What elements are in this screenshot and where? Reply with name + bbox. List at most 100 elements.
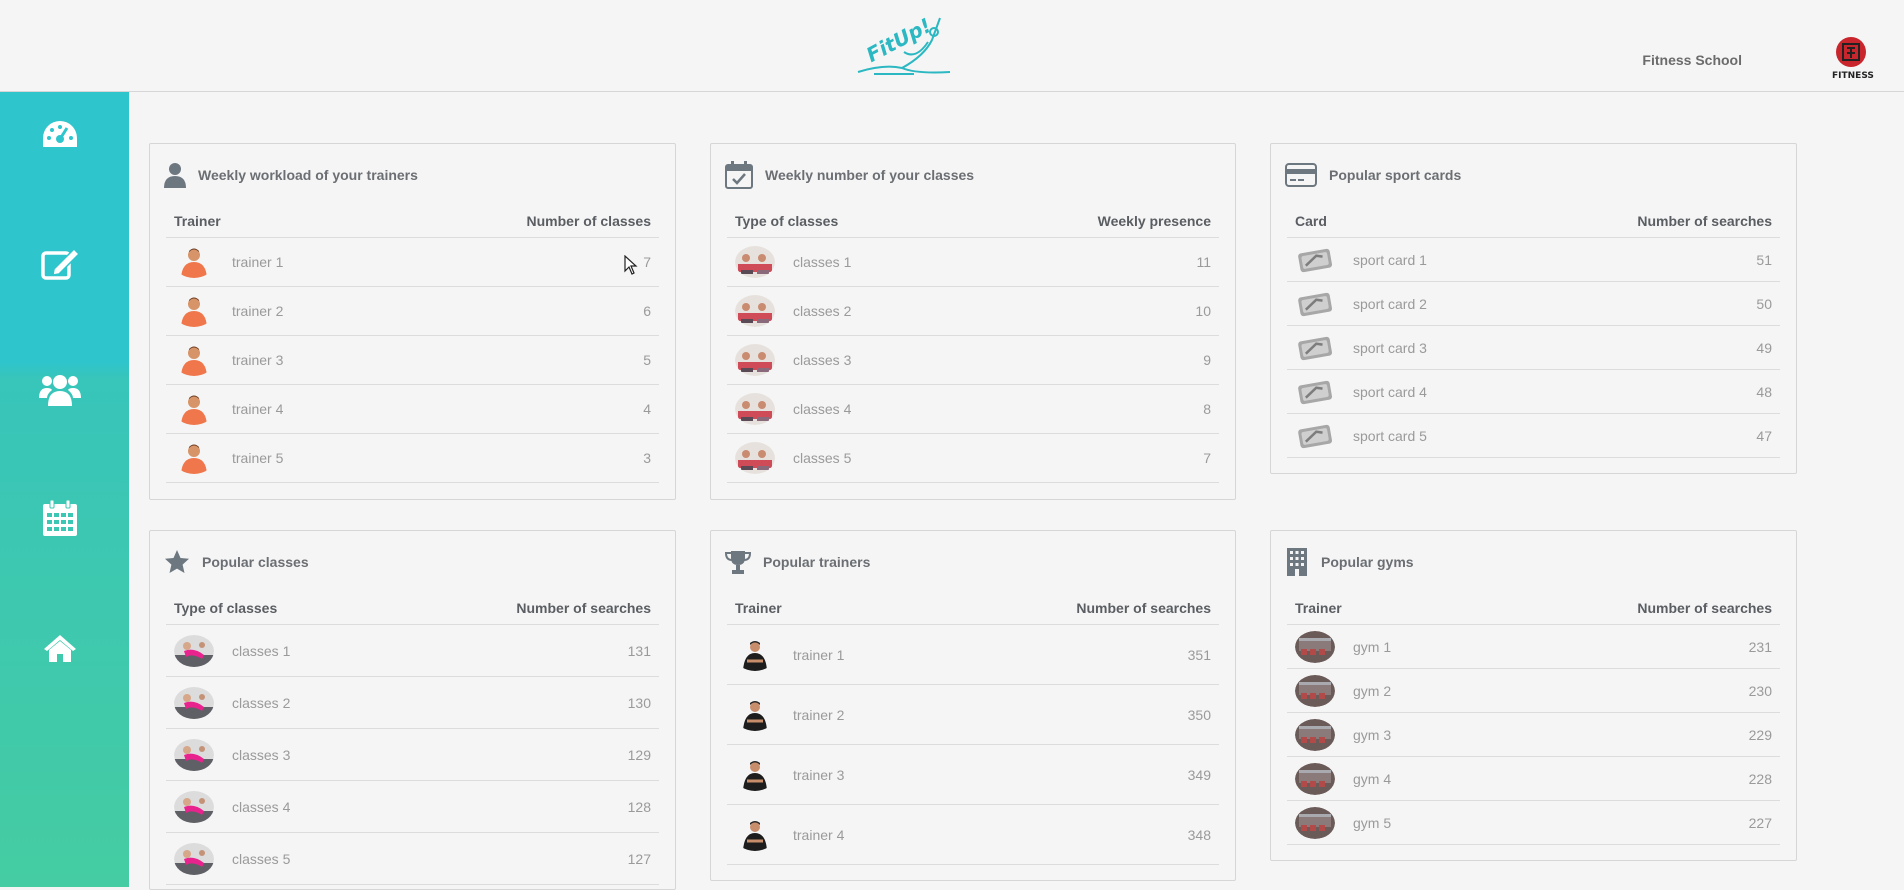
table-row[interactable]: trainer 5 3 xyxy=(166,434,659,483)
row-name: classes 3 xyxy=(232,746,291,763)
panel-title: Popular trainers xyxy=(725,549,870,575)
table-row[interactable]: classes 3 9 xyxy=(727,336,1219,385)
table-row[interactable]: trainer 1 7 xyxy=(166,238,659,287)
table-row[interactable]: classes 2 130 xyxy=(166,677,659,729)
panel-title: Weekly number of your classes xyxy=(725,161,975,189)
row-name: sport card 5 xyxy=(1353,427,1427,444)
row-avatar xyxy=(1295,376,1335,408)
row-value: 349 xyxy=(1187,766,1211,783)
table-row[interactable]: sport card 2 50 xyxy=(1287,282,1780,326)
table-row[interactable]: gym 3 229 xyxy=(1287,713,1780,757)
table-row[interactable]: classes 4 128 xyxy=(166,781,659,833)
row-name: trainer 3 xyxy=(793,766,845,783)
row-name: trainer 5 xyxy=(232,450,284,466)
table-row[interactable]: classes 3 129 xyxy=(166,729,659,781)
row-avatar xyxy=(1295,420,1335,452)
column-header-type-of-classes[interactable]: Type of classes xyxy=(174,600,277,616)
panel-popular-trainers: Popular trainers Trainer Number of searc… xyxy=(710,530,1236,881)
table-row[interactable]: trainer 4 4 xyxy=(166,385,659,434)
row-value: 51 xyxy=(1756,251,1772,268)
sidebar-item-calendar[interactable] xyxy=(38,496,82,540)
panel-title: Weekly workload of your trainers xyxy=(164,162,418,188)
table-header: Trainer Number of searches xyxy=(727,591,1219,625)
table-row[interactable]: sport card 4 48 xyxy=(1287,370,1780,414)
panel-title-text: Popular gyms xyxy=(1321,554,1414,570)
panel-popular-classes: Popular classes Type of classes Number o… xyxy=(149,530,676,890)
row-name: gym 2 xyxy=(1353,682,1392,699)
table-header: Type of classes Weekly presence xyxy=(727,204,1219,238)
row-avatar xyxy=(1295,762,1335,795)
column-header-weekly-presence[interactable]: Weekly presence xyxy=(1098,213,1211,229)
panel-title-text: Weekly workload of your trainers xyxy=(198,167,418,183)
row-name: classes 1 xyxy=(232,642,291,659)
table-row[interactable]: sport card 1 51 xyxy=(1287,238,1780,282)
table-row[interactable]: trainer 3 349 xyxy=(727,745,1219,805)
table-row[interactable]: gym 1 231 xyxy=(1287,625,1780,669)
row-value: 348 xyxy=(1187,826,1211,843)
home-icon xyxy=(44,635,76,662)
panel-title-text: Weekly number of your classes xyxy=(765,167,975,183)
row-value: 227 xyxy=(1748,814,1772,831)
sidebar-item-dashboard[interactable] xyxy=(38,112,82,156)
row-avatar xyxy=(174,634,214,667)
table-row[interactable]: trainer 1 351 xyxy=(727,625,1219,685)
table-row[interactable]: classes 2 10 xyxy=(727,287,1219,336)
school-logo-text: FITNESS xyxy=(1832,71,1874,81)
table-row[interactable]: trainer 2 350 xyxy=(727,685,1219,745)
table-row[interactable]: sport card 5 47 xyxy=(1287,414,1780,458)
row-name: trainer 1 xyxy=(793,646,845,663)
row-name: classes 1 xyxy=(793,254,852,270)
row-name: classes 2 xyxy=(793,303,852,319)
row-value: 48 xyxy=(1756,383,1772,400)
table-row[interactable]: gym 4 228 xyxy=(1287,757,1780,801)
fitup-logo[interactable]: FitUp! xyxy=(854,12,954,80)
table-row[interactable]: classes 4 8 xyxy=(727,385,1219,434)
calendar-icon xyxy=(43,499,77,536)
panel-title-text: Popular classes xyxy=(202,554,309,570)
column-header-number-of-searches[interactable]: Number of searches xyxy=(1076,600,1211,616)
row-avatar xyxy=(1295,244,1335,276)
row-value: 7 xyxy=(643,254,651,270)
row-avatar xyxy=(735,393,775,425)
sidebar-item-edit[interactable] xyxy=(38,242,82,286)
table-row[interactable]: classes 1 131 xyxy=(166,625,659,677)
sidebar-item-users[interactable] xyxy=(38,368,82,412)
column-header-number-of-searches[interactable]: Number of searches xyxy=(516,600,651,616)
column-header-trainer[interactable]: Trainer xyxy=(174,213,221,229)
row-name: sport card 3 xyxy=(1353,339,1427,356)
column-header-card[interactable]: Card xyxy=(1295,213,1327,229)
table-row[interactable]: trainer 2 6 xyxy=(166,287,659,336)
column-header-type-of-classes[interactable]: Type of classes xyxy=(735,213,838,229)
row-name: trainer 2 xyxy=(232,303,284,319)
column-header-trainer[interactable]: Trainer xyxy=(1295,600,1342,616)
table-row[interactable]: trainer 3 5 xyxy=(166,336,659,385)
table-row[interactable]: classes 5 7 xyxy=(727,434,1219,483)
table-row[interactable]: gym 5 227 xyxy=(1287,801,1780,845)
panel-title: Popular classes xyxy=(164,549,309,575)
row-name: classes 2 xyxy=(232,694,291,711)
table-body: classes 1 131 classes 2 130 classes 3 129 clas… xyxy=(166,625,659,885)
table-row[interactable]: trainer 4 348 xyxy=(727,805,1219,865)
row-name: gym 4 xyxy=(1353,770,1392,787)
row-name: sport card 1 xyxy=(1353,251,1427,268)
column-header-number-of-classes[interactable]: Number of classes xyxy=(527,213,652,229)
users-icon xyxy=(39,375,81,406)
column-header-trainer[interactable]: Trainer xyxy=(735,600,782,616)
column-header-number-of-searches[interactable]: Number of searches xyxy=(1637,600,1772,616)
row-value: 129 xyxy=(627,746,651,763)
row-value: 231 xyxy=(1748,638,1772,655)
table-row[interactable]: sport card 3 49 xyxy=(1287,326,1780,370)
row-name: trainer 2 xyxy=(793,706,845,723)
table-row[interactable]: classes 1 11 xyxy=(727,238,1219,287)
sidebar-item-home[interactable] xyxy=(38,626,82,670)
table-row[interactable]: classes 5 127 xyxy=(166,833,659,885)
row-avatar xyxy=(174,842,214,875)
school-logo[interactable]: FITNESS xyxy=(1830,36,1878,86)
column-header-number-of-searches[interactable]: Number of searches xyxy=(1637,213,1772,229)
table-row[interactable]: gym 2 230 xyxy=(1287,669,1780,713)
row-name: trainer 4 xyxy=(232,401,284,417)
row-avatar xyxy=(735,442,775,474)
panel-title-text: Popular sport cards xyxy=(1329,167,1462,183)
panel-popular-gyms: Popular gyms Trainer Number of searches … xyxy=(1270,530,1797,861)
table-body: sport card 1 51 sport card 2 50 sport card 3… xyxy=(1287,238,1780,458)
